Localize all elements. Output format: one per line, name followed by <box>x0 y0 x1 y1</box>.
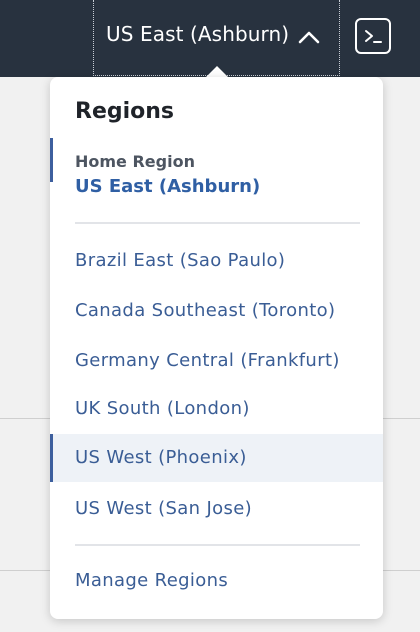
region-item-label: US West (Phoenix) <box>75 447 247 468</box>
home-region-value: US East (Ashburn) <box>75 176 261 197</box>
region-item-brazil-east[interactable]: Brazil East (Sao Paulo) <box>50 237 383 285</box>
home-region-section: Home Region US East (Ashburn) <box>50 138 383 197</box>
region-selector-label: US East (Ashburn) <box>106 22 290 46</box>
region-item-label: Brazil East (Sao Paulo) <box>75 250 286 271</box>
dropdown-pointer <box>206 66 228 77</box>
region-item-germany-central[interactable]: Germany Central (Frankfurt) <box>50 337 383 385</box>
region-item-us-west-san-jose[interactable]: US West (San Jose) <box>50 485 383 533</box>
home-region-caption: Home Region <box>75 152 195 171</box>
regions-dropdown: Regions Home Region US East (Ashburn) Br… <box>50 77 383 619</box>
cloud-shell-button[interactable] <box>355 18 391 54</box>
region-item-label: Canada Southeast (Toronto) <box>75 300 336 321</box>
region-item-canada-southeast[interactable]: Canada Southeast (Toronto) <box>50 287 383 335</box>
divider <box>75 222 360 224</box>
manage-regions-link[interactable]: Manage Regions <box>75 570 228 591</box>
divider <box>75 544 360 546</box>
region-selector-button[interactable]: US East (Ashburn) <box>93 0 340 76</box>
region-item-us-west-phoenix[interactable]: US West (Phoenix) <box>50 434 383 482</box>
chevron-up-icon <box>298 25 320 44</box>
cloud-shell-icon <box>365 30 382 43</box>
selected-region-accent <box>50 434 53 482</box>
region-item-uk-south[interactable]: UK South (London) <box>50 385 383 433</box>
dropdown-title: Regions <box>75 99 175 124</box>
region-item-label: Germany Central (Frankfurt) <box>75 350 340 371</box>
region-item-label: US West (San Jose) <box>75 498 253 519</box>
region-item-label: UK South (London) <box>75 398 250 419</box>
home-region-accent <box>50 138 53 182</box>
